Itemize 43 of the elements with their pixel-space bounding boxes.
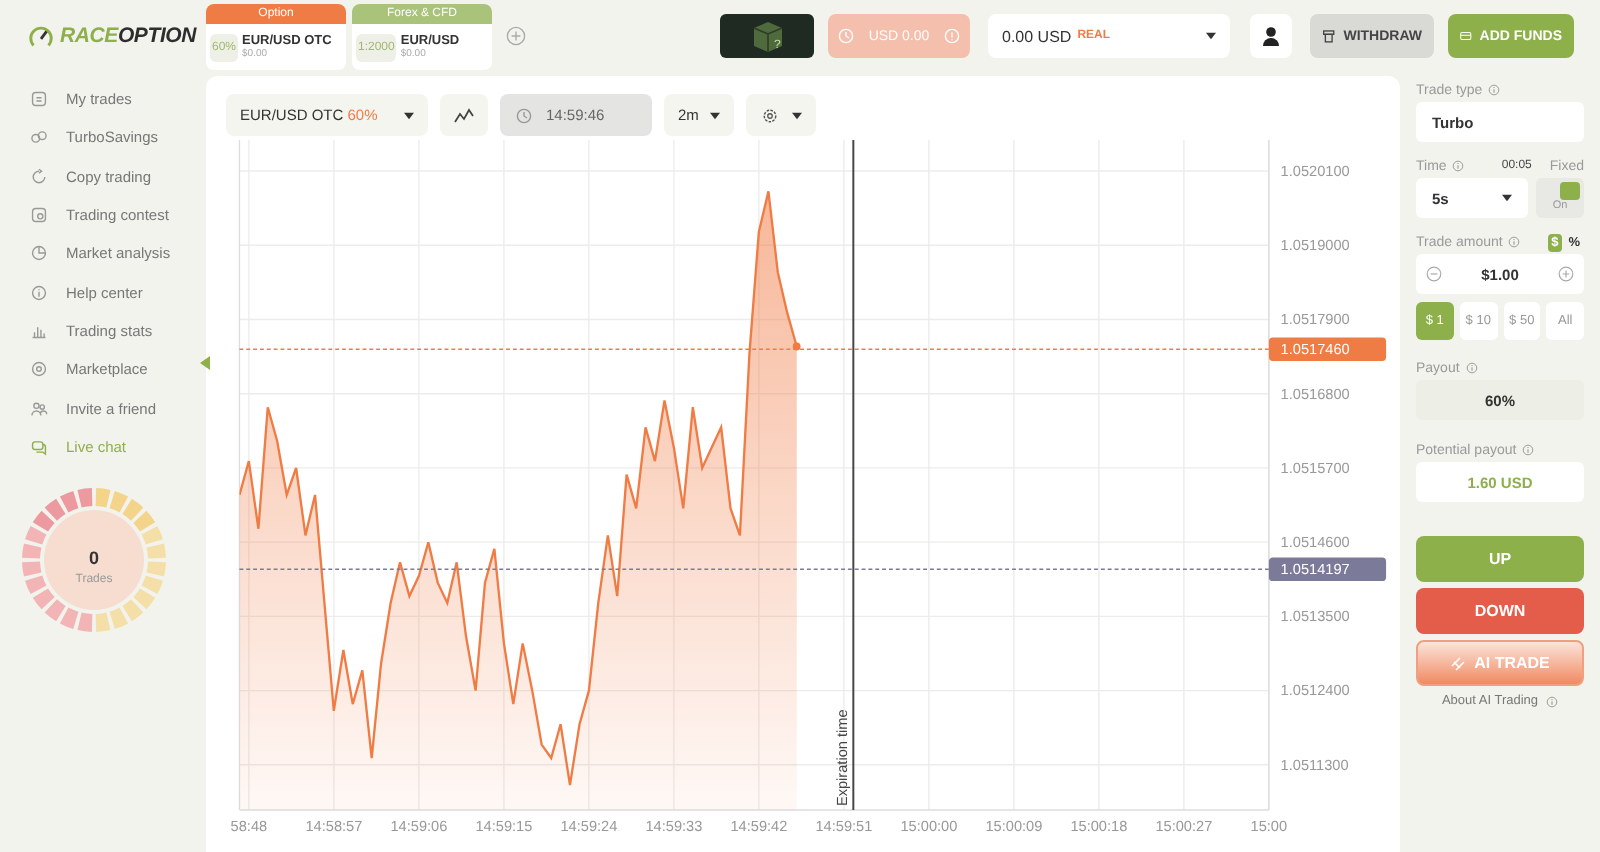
- wallet-icon: [1322, 28, 1336, 44]
- info-icon: [1546, 695, 1559, 707]
- bar-chart-icon: [30, 321, 48, 340]
- speedometer-icon: [28, 23, 54, 49]
- caret-icon: [1502, 194, 1512, 202]
- document-icon: [30, 90, 48, 109]
- card-icon: [1460, 28, 1472, 44]
- gear-icon: [30, 360, 48, 379]
- clock-icon: [514, 107, 534, 124]
- trades-gauge-drawing: [22, 488, 166, 632]
- settings-icon: [760, 107, 781, 124]
- line-chart-icon: [454, 107, 474, 124]
- certificate-icon: [30, 206, 48, 225]
- logo-text: RACEOPTION: [60, 24, 197, 48]
- pie-chart-icon: [30, 244, 48, 263]
- plus-icon[interactable]: [1558, 266, 1574, 282]
- trades-count: 0: [89, 547, 99, 568]
- profile-button[interactable]: [1250, 14, 1292, 58]
- up-button[interactable]: UP: [1416, 536, 1584, 582]
- info-icon: [30, 283, 48, 302]
- caret-icon: [404, 111, 414, 120]
- info-icon: [1522, 444, 1535, 456]
- timer-icon: [838, 28, 854, 44]
- down-button[interactable]: DOWN: [1416, 588, 1584, 634]
- info-icon: [1465, 362, 1478, 374]
- minus-icon[interactable]: [1426, 266, 1442, 282]
- collapse-icon[interactable]: [200, 356, 210, 370]
- settings-button[interactable]: [746, 94, 817, 137]
- chat-icon: [30, 437, 48, 456]
- info-icon: [1488, 84, 1501, 96]
- info-icon: [1452, 160, 1465, 172]
- refresh-icon: [30, 167, 48, 186]
- people-icon: [30, 399, 48, 418]
- add-icon[interactable]: [506, 26, 526, 46]
- user-icon: [1262, 26, 1280, 46]
- caret-icon: [792, 111, 803, 120]
- chart-type-button[interactable]: [440, 94, 488, 137]
- info-icon: [1508, 236, 1521, 248]
- info-icon: [943, 28, 960, 44]
- caret-icon: [1206, 32, 1216, 40]
- coins-icon: [30, 128, 48, 147]
- caret-icon: [710, 111, 721, 120]
- price-dot: [792, 343, 801, 352]
